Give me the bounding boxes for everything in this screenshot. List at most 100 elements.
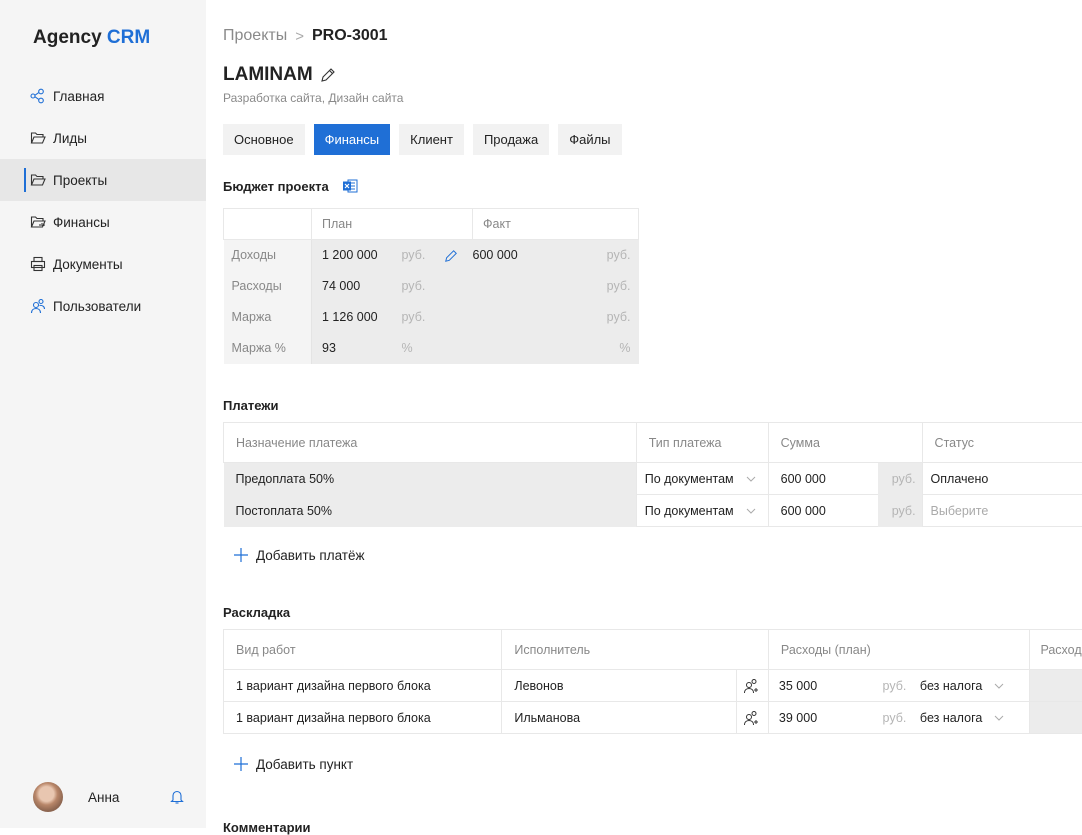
budget-title: Бюджет проекта	[223, 179, 329, 194]
graph-nodes-icon	[30, 88, 46, 104]
project-subtitle: Разработка сайта, Дизайн сайта	[223, 91, 403, 105]
app-logo[interactable]: Agency CRM	[33, 27, 150, 49]
sidebar: Agency CRM Главная Лиды Проекты Финансы	[0, 0, 206, 828]
payment-amount[interactable]: 600 000	[768, 463, 878, 495]
sidebar-item-finance[interactable]: Финансы	[0, 201, 206, 243]
layout-col-cost: Расход	[1030, 630, 1082, 670]
layout-cost-cell[interactable]	[1030, 670, 1082, 702]
sidebar-item-documents[interactable]: Документы	[0, 243, 206, 285]
breadcrumb-parent[interactable]: Проекты	[223, 27, 287, 45]
budget-fact-value[interactable]	[473, 302, 569, 333]
payment-currency: руб.	[878, 463, 922, 495]
budget-plan-unit: руб.	[402, 240, 444, 271]
tab-sale[interactable]: Продажа	[473, 124, 549, 155]
budget-row-label: Маржа	[224, 302, 312, 333]
payment-type-select[interactable]: По документам	[636, 463, 768, 495]
sidebar-item-leads[interactable]: Лиды	[0, 117, 206, 159]
payments-title: Платежи	[223, 398, 278, 413]
payments-header-row: Назначение платежа Тип платежа Сумма Ста…	[224, 423, 1082, 463]
add-payment-button[interactable]: Добавить платёж	[233, 547, 365, 563]
budget-fact-value[interactable]	[473, 333, 569, 364]
tab-bar: Основное Финансы Клиент Продажа Файлы	[223, 124, 631, 155]
payment-status-select[interactable]: Выберите	[922, 495, 1082, 527]
budget-fact-unit: %	[569, 333, 639, 364]
payment-currency: руб.	[878, 495, 922, 527]
payment-purpose[interactable]: Постоплата 50%	[224, 495, 637, 527]
budget-row: Доходы 1 200 000 руб. 600 000 руб.	[224, 240, 639, 271]
excel-export-icon[interactable]	[342, 178, 358, 194]
plus-icon	[233, 547, 249, 563]
budget-row-label: Расходы	[224, 271, 312, 302]
payment-row: Предоплата 50% По документам 600 000 руб…	[224, 463, 1082, 495]
budget-plan-unit: руб.	[402, 271, 444, 302]
budget-col-plan: План	[312, 209, 473, 240]
tax-value: без налога	[920, 679, 982, 693]
layout-currency: руб.	[883, 702, 920, 734]
payment-type-value: По документам	[645, 472, 734, 486]
logo-accent: CRM	[107, 27, 150, 48]
sidebar-item-projects[interactable]: Проекты	[0, 159, 206, 201]
budget-row-label: Доходы	[224, 240, 312, 271]
payment-amount[interactable]: 600 000	[768, 495, 878, 527]
budget-edit-cell	[444, 271, 473, 302]
budget-row: Маржа % 93 % %	[224, 333, 639, 364]
payment-purpose[interactable]: Предоплата 50%	[224, 463, 637, 495]
budget-plan-value[interactable]: 1 200 000	[312, 240, 402, 271]
budget-fact-value[interactable]	[473, 271, 569, 302]
sidebar-item-users[interactable]: Пользователи	[0, 285, 206, 327]
layout-title: Раскладка	[223, 605, 290, 620]
tab-client[interactable]: Клиент	[399, 124, 464, 155]
payments-col-status: Статус	[922, 423, 1082, 463]
layout-col-executor: Исполнитель	[502, 630, 769, 670]
budget-edit-cell	[444, 240, 473, 271]
add-user-icon[interactable]	[743, 710, 759, 726]
add-user-icon[interactable]	[743, 678, 759, 694]
budget-header-empty	[224, 209, 312, 240]
budget-fact-value[interactable]: 600 000	[473, 240, 569, 271]
tax-select[interactable]: без налога	[920, 670, 1030, 702]
payment-status[interactable]: Оплачено	[922, 463, 1082, 495]
layout-currency: руб.	[883, 670, 920, 702]
tab-files[interactable]: Файлы	[558, 124, 621, 155]
tax-value: без налога	[920, 711, 982, 725]
budget-plan-value[interactable]: 93	[312, 333, 402, 364]
sidebar-item-home[interactable]: Главная	[0, 75, 206, 117]
bell-icon[interactable]	[170, 789, 184, 805]
user-profile[interactable]: Анна	[33, 780, 193, 814]
budget-col-fact: Факт	[473, 209, 639, 240]
tab-finance[interactable]: Финансы	[314, 124, 391, 155]
edit-pencil-icon[interactable]	[320, 67, 336, 83]
folder-open-icon	[30, 130, 46, 146]
add-item-button[interactable]: Добавить пункт	[233, 756, 353, 772]
payments-table: Назначение платежа Тип платежа Сумма Ста…	[223, 422, 1082, 527]
payment-type-select[interactable]: По документам	[636, 495, 768, 527]
layout-table: Вид работ Исполнитель Расходы (план) Рас…	[223, 629, 1082, 734]
sidebar-item-label: Документы	[53, 257, 123, 272]
folder-open-icon	[30, 172, 46, 188]
breadcrumb: Проекты > PRO-3001	[223, 27, 388, 45]
avatar[interactable]	[33, 782, 63, 812]
layout-executor[interactable]: Левонов	[502, 670, 737, 702]
sidebar-item-label: Главная	[53, 89, 104, 104]
layout-work[interactable]: 1 вариант дизайна первого блока	[224, 670, 502, 702]
sidebar-item-label: Пользователи	[53, 299, 141, 314]
layout-row: 1 вариант дизайна первого блока Ильманов…	[224, 702, 1082, 734]
layout-executor[interactable]: Ильманова	[502, 702, 737, 734]
layout-col-plan-cost: Расходы (план)	[768, 630, 1030, 670]
budget-plan-value[interactable]: 74 000	[312, 271, 402, 302]
tax-select[interactable]: без налога	[920, 702, 1030, 734]
budget-row: Расходы 74 000 руб. руб.	[224, 271, 639, 302]
layout-amount[interactable]: 39 000	[768, 702, 882, 734]
budget-plan-value[interactable]: 1 126 000	[312, 302, 402, 333]
budget-edit-cell	[444, 333, 473, 364]
layout-work[interactable]: 1 вариант дизайна первого блока	[224, 702, 502, 734]
payments-col-type: Тип платежа	[636, 423, 768, 463]
edit-pencil-icon[interactable]	[444, 249, 458, 263]
sidebar-item-label: Проекты	[53, 173, 107, 188]
budget-row-label: Маржа %	[224, 333, 312, 364]
layout-cost-cell[interactable]	[1030, 702, 1082, 734]
chevron-down-icon	[994, 715, 1004, 721]
sidebar-item-label: Финансы	[53, 215, 110, 230]
tab-main[interactable]: Основное	[223, 124, 305, 155]
layout-amount[interactable]: 35 000	[768, 670, 882, 702]
